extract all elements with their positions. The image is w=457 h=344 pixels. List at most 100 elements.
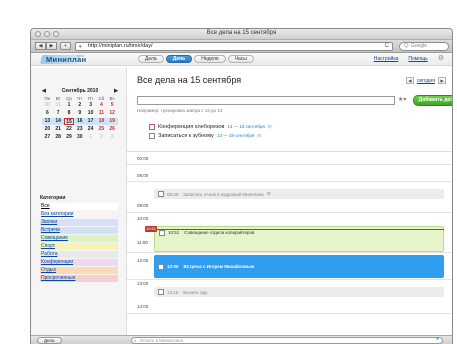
hour-divider [127, 181, 452, 182]
calendar-day[interactable]: 13 [42, 118, 53, 125]
calendar-header: ◀ Сентябрь 2010 ▶ [42, 88, 118, 94]
calendar-day[interactable]: 15 [63, 118, 75, 125]
event-item[interactable]: 13:15 Выпить яду [154, 287, 444, 297]
calendar-day[interactable]: 30 [74, 134, 85, 141]
priority-dropdown[interactable]: ★▾ [398, 96, 406, 105]
miniplan-logo[interactable]: Миниплан beta [40, 54, 86, 64]
calendar-day[interactable]: 6 [42, 110, 53, 117]
search-go-icon[interactable]: ● [436, 337, 439, 342]
calendar-day[interactable]: 16 [74, 118, 86, 125]
hour-label: 11:00 [137, 240, 148, 245]
calendar-day[interactable]: 19 [106, 118, 118, 125]
category-item[interactable]: Совещание [40, 235, 118, 242]
calendar-day[interactable]: 22 [64, 126, 75, 133]
calendar-day[interactable]: 24 [85, 126, 96, 133]
hour-divider [127, 164, 452, 165]
add-task-button[interactable]: Добавить дело [413, 95, 452, 106]
window-titlebar: Все дела на 15 сентября [31, 29, 452, 40]
calendar-day[interactable]: 2 [96, 134, 107, 141]
event-checkbox[interactable] [158, 263, 164, 270]
event-text: Выпить яду [183, 289, 208, 295]
category-item[interactable]: Без категории [40, 211, 118, 218]
gear-icon[interactable]: ⚙ [438, 55, 444, 63]
category-item[interactable]: Спорт [40, 243, 118, 250]
calendar-day[interactable]: 14 [52, 118, 64, 125]
calendar-day[interactable]: 11 [96, 110, 107, 117]
category-item[interactable]: Отдых [40, 267, 118, 274]
calendar-day[interactable]: 1 [85, 134, 96, 141]
calendar-day[interactable]: 29 [64, 134, 75, 141]
app-search-field[interactable]: ⌕ Искать в Миниплане ● [131, 337, 443, 344]
page-title: Все дела на 15 сентября [137, 75, 242, 85]
calendar-day[interactable]: 2 [74, 102, 85, 109]
calendar-day[interactable]: 21 [53, 126, 64, 133]
calendar-day[interactable]: 25 [96, 126, 107, 133]
tab-tasks[interactable]: Дела [138, 55, 164, 63]
task-label[interactable]: Записаться к зубному [158, 133, 214, 139]
calendar-day[interactable]: 8 [64, 110, 75, 117]
calendar-day[interactable]: 3 [107, 134, 118, 141]
calendar-day[interactable]: 12 [107, 110, 118, 117]
category-item[interactable]: Звонки [40, 219, 118, 226]
tab-day[interactable]: День [165, 55, 193, 63]
category-item[interactable]: Все [40, 203, 118, 210]
note-icon[interactable]: ⊟ [268, 124, 272, 130]
calendar-day[interactable]: 31 [53, 102, 64, 109]
task-item: Записаться к зубному 13 — 19 сентября ⊟ [149, 131, 272, 140]
reload-icon[interactable]: C [385, 43, 389, 50]
note-icon[interactable]: ⊟ [257, 133, 261, 139]
calendar-day[interactable]: 5 [107, 102, 118, 109]
calendar-day[interactable]: 26 [107, 126, 118, 133]
prev-day-button[interactable]: ◀ [405, 77, 414, 84]
category-item[interactable]: Конференции [40, 259, 118, 266]
category-item[interactable]: Работа [40, 251, 118, 258]
event-checkbox[interactable] [159, 230, 165, 236]
calendar-day[interactable]: 20 [42, 126, 53, 133]
settings-link[interactable]: Настройка [374, 55, 399, 63]
note-icon[interactable]: ⊟ [267, 191, 271, 197]
tasks-button[interactable]: Дела [37, 337, 62, 344]
event-item[interactable]: 12:00 Встреча с Игорем Михайловым [154, 255, 444, 278]
calendar-prev-button[interactable]: ◀ [42, 88, 46, 94]
category-item[interactable]: Просроченные [40, 275, 118, 282]
hour-divider [127, 279, 452, 280]
calendar-day[interactable]: 10 [85, 110, 96, 117]
new-task-input[interactable] [137, 96, 395, 105]
calendar-day[interactable]: 3 [85, 102, 96, 109]
weekday-label: Вт [55, 96, 61, 101]
logo-beta: beta [77, 54, 84, 58]
task-label[interactable]: Конференция хлеборезов [158, 124, 224, 130]
forward-button[interactable]: ▶ [46, 42, 57, 50]
calendar-day[interactable]: 23 [74, 126, 85, 133]
calendar-day[interactable]: 17 [85, 118, 96, 125]
add-bookmark-button[interactable]: + [60, 42, 71, 50]
task-checkbox[interactable] [149, 123, 155, 130]
next-day-button[interactable]: ▶ [438, 77, 446, 84]
calendar-day[interactable]: 1 [64, 102, 75, 109]
event-item[interactable]: 08:30 Записать отзыв в кадровый Минплана… [154, 189, 444, 199]
address-bar[interactable]: ▾ http://miniplan.ru/time/day/ C [75, 42, 393, 51]
calendar-next-button[interactable]: ▶ [114, 88, 118, 94]
task-dates: 13 — 19 сентября [216, 133, 255, 138]
event-checkbox[interactable] [158, 191, 164, 197]
task-checkbox[interactable] [149, 132, 155, 139]
task-item: Конференция хлеборезов 13 — 16 сентября … [149, 122, 272, 131]
event-checkbox[interactable] [158, 289, 164, 295]
weekday-label: Чт [77, 96, 83, 101]
category-item[interactable]: Встречи [40, 227, 118, 234]
event-time: 10:51 [168, 230, 180, 235]
calendar-day[interactable]: 30 [42, 102, 53, 109]
calendar-day[interactable]: 27 [42, 134, 53, 141]
calendar-day[interactable]: 28 [53, 134, 64, 141]
calendar-day[interactable]: 18 [95, 118, 107, 125]
mini-calendar: ◀ Сентябрь 2010 ▶ Пн Вт Ср Чт Пт Сб Вс 30 31 1 2 3 4… [42, 88, 118, 141]
tab-week[interactable]: Неделя [194, 55, 226, 63]
calendar-day[interactable]: 9 [74, 110, 85, 117]
today-link[interactable]: сегодня [417, 78, 435, 84]
calendar-day[interactable]: 4 [96, 102, 107, 109]
back-button[interactable]: ◀ [35, 42, 46, 50]
help-link[interactable]: Помощь [408, 55, 427, 63]
google-search-field[interactable]: Q- Google [399, 42, 449, 51]
tab-hours[interactable]: Часы [227, 55, 254, 63]
calendar-day[interactable]: 7 [53, 110, 64, 117]
